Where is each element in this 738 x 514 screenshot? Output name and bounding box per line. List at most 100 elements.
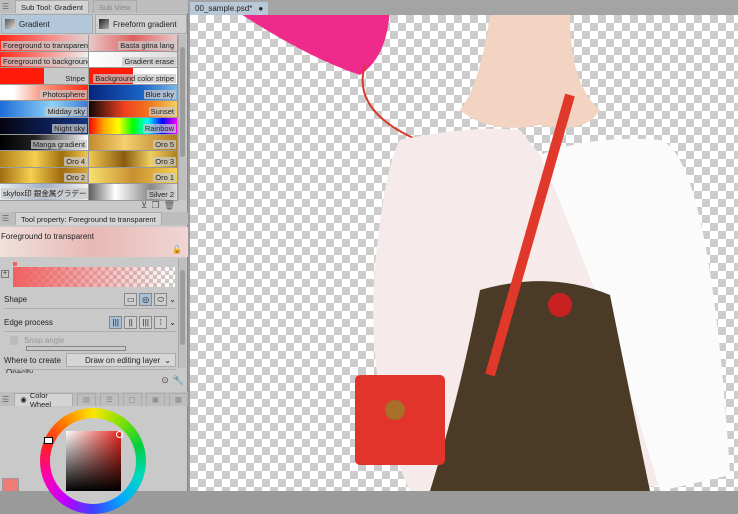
canvas[interactable]	[190, 15, 738, 491]
list-footer: ⊻ ❐ 🗑	[141, 200, 175, 211]
gradient-label: Sunset	[148, 106, 176, 116]
tab-label: Sub Tool: Gradient	[21, 2, 83, 12]
where-to-create-row: Where to create Draw on editing layer ⌄	[4, 351, 176, 370]
gradient-item[interactable]: Oro 1	[89, 167, 178, 185]
opacity-label: Opacity	[6, 369, 33, 373]
gradient-item[interactable]: Oro 5	[89, 134, 178, 152]
color-wheel-icon: ◉	[20, 395, 27, 404]
group-label: Gradient	[19, 19, 50, 29]
gradient-label: Gradient erase	[122, 57, 176, 67]
gradient-label: Foreground to transparent	[1, 40, 88, 50]
color-picker-handle[interactable]	[116, 431, 123, 438]
gradient-item[interactable]: Stripe	[0, 68, 89, 85]
where-to-create-label: Where to create	[4, 355, 61, 365]
gradient-item[interactable]: Sunset	[89, 101, 178, 118]
hue-handle[interactable]	[44, 437, 53, 444]
feather-icon	[99, 19, 109, 29]
gradient-item[interactable]: Photosphere	[0, 84, 89, 102]
lock-icon[interactable]: 🔓	[172, 245, 182, 254]
tab-color-wheel[interactable]: ◉ Color Wheel	[14, 391, 73, 409]
shape-ellipse-icon[interactable]: ⬭	[154, 292, 168, 306]
gradient-item[interactable]: skyfox印 銀金属グラデー	[0, 184, 89, 201]
menu-icon[interactable]: ☰	[2, 395, 10, 404]
where-to-create-value: Draw on editing layer	[85, 355, 161, 365]
shape-row: Shape ▭ ◎ ⬭ ⌄	[4, 290, 176, 309]
gradient-item[interactable]: Oro 2	[0, 167, 89, 185]
gradient-label: skyfox印 銀金属グラデー	[1, 187, 88, 199]
reset-icon[interactable]: ⊙	[161, 375, 169, 386]
trash-icon[interactable]: 🗑	[164, 200, 175, 211]
preset-name: Foreground to transparent	[1, 232, 94, 241]
edge-repeat-icon[interactable]: |||	[109, 315, 123, 329]
gradient-item[interactable]: Foreground to background	[0, 51, 89, 69]
gradient-item[interactable]: Oro 4	[0, 151, 89, 168]
menu-icon[interactable]: ☰	[2, 214, 11, 223]
toolprop-footer: ⊙ 🔧	[161, 375, 184, 386]
download-icon[interactable]: ⊻	[141, 200, 148, 211]
gradient-label: Manga gradient	[30, 140, 87, 150]
expand-icon[interactable]: +	[1, 270, 9, 278]
gradient-item[interactable]: Basta gitna lang	[89, 35, 178, 52]
snap-angle-label: Snap angle	[24, 336, 65, 345]
shape-linear-icon[interactable]: ▭	[124, 292, 138, 306]
main-color-swatch[interactable]	[2, 478, 19, 492]
tab-tool-property[interactable]: Tool property: Foreground to transparent	[15, 212, 162, 225]
gradient-label: Photosphere	[40, 90, 87, 100]
saturation-value-square[interactable]	[66, 431, 121, 491]
tab-color-slider[interactable]: ▤	[76, 392, 96, 406]
snap-angle-checkbox[interactable]	[10, 336, 18, 345]
edge-mirror-icon[interactable]: ||	[124, 315, 138, 329]
edge-none-icon[interactable]: |||	[139, 315, 153, 329]
gradient-list-scrollbar[interactable]	[178, 35, 186, 200]
group-freeform-gradient[interactable]: Freeform gradient	[95, 14, 187, 34]
gradient-item[interactable]: Manga gradient	[0, 134, 89, 152]
gradient-item[interactable]: Rainbow	[89, 117, 178, 135]
group-gradient[interactable]: Gradient	[1, 14, 93, 34]
chevron-down-icon: ⌄	[164, 355, 171, 365]
color-stop-start[interactable]	[13, 262, 17, 266]
tab-intermediate-color[interactable]: ▢	[122, 392, 142, 406]
tab-sub-view[interactable]: Sub View	[93, 0, 137, 13]
gradient-label: Stripe	[63, 73, 87, 83]
gradient-list: Foreground to transparent Basta gitna lan…	[0, 35, 178, 201]
toolprop-scrollbar[interactable]	[178, 258, 186, 368]
shape-label: Shape	[4, 294, 28, 304]
gradient-item[interactable]: Foreground to transparent	[0, 35, 89, 52]
gradient-item[interactable]: Blue sky	[89, 84, 178, 102]
gradient-label: Oro 1	[153, 173, 176, 183]
tab-label: Sub View	[99, 2, 131, 12]
gradient-item[interactable]: Silver 2	[89, 184, 178, 201]
toolprop-header: ☰ Tool property: Foreground to transpare…	[0, 212, 188, 225]
gradient-label: Basta gitna lang	[118, 40, 176, 50]
where-to-create-select[interactable]: Draw on editing layer ⌄	[66, 353, 176, 367]
wrench-icon[interactable]: 🔧	[173, 375, 184, 386]
tab-subtool-gradient[interactable]: Sub Tool: Gradient	[15, 0, 89, 13]
close-icon[interactable]: ●	[258, 4, 263, 13]
edge-process-label: Edge process	[4, 317, 53, 327]
left-panel: ☰ Sub Tool: Gradient Sub View Gradient F…	[0, 0, 188, 514]
menu-icon[interactable]: ☰	[2, 2, 11, 11]
chevron-down-icon[interactable]: ⌄	[169, 295, 176, 304]
tab-color-set[interactable]: ☰	[99, 392, 119, 406]
chevron-down-icon[interactable]: ⌄	[169, 318, 176, 327]
document-tab[interactable]: 00_sample.psd* ●	[190, 2, 269, 15]
gradient-item[interactable]: Gradient erase	[89, 51, 178, 69]
gradient-bar[interactable]	[13, 267, 175, 287]
gradient-label: Midday sky	[45, 106, 87, 116]
gradient-item[interactable]: Night sky	[0, 117, 89, 135]
subtool-header: ☰ Sub Tool: Gradient Sub View	[0, 0, 188, 13]
gradient-icon	[5, 19, 15, 29]
shape-circle-icon[interactable]: ◎	[139, 292, 153, 306]
tab-approximate-color[interactable]: ▣	[145, 392, 165, 406]
gradient-item[interactable]: Midday sky	[0, 101, 89, 118]
tab-color-history[interactable]: ▦	[168, 392, 188, 406]
gradient-label: Oro 2	[64, 173, 87, 183]
gradient-item[interactable]: Oro 3	[89, 151, 178, 168]
subtool-groups: Gradient Freeform gradient	[0, 14, 188, 34]
gradient-item[interactable]: Background color stripe	[89, 68, 178, 85]
artwork	[242, 15, 730, 491]
preset-preview: Foreground to transparent 🔓	[0, 227, 188, 257]
gradient-label: Oro 5	[153, 140, 176, 150]
edge-clamp-icon[interactable]: ⁞	[154, 315, 168, 329]
duplicate-icon[interactable]: ❐	[151, 200, 159, 211]
